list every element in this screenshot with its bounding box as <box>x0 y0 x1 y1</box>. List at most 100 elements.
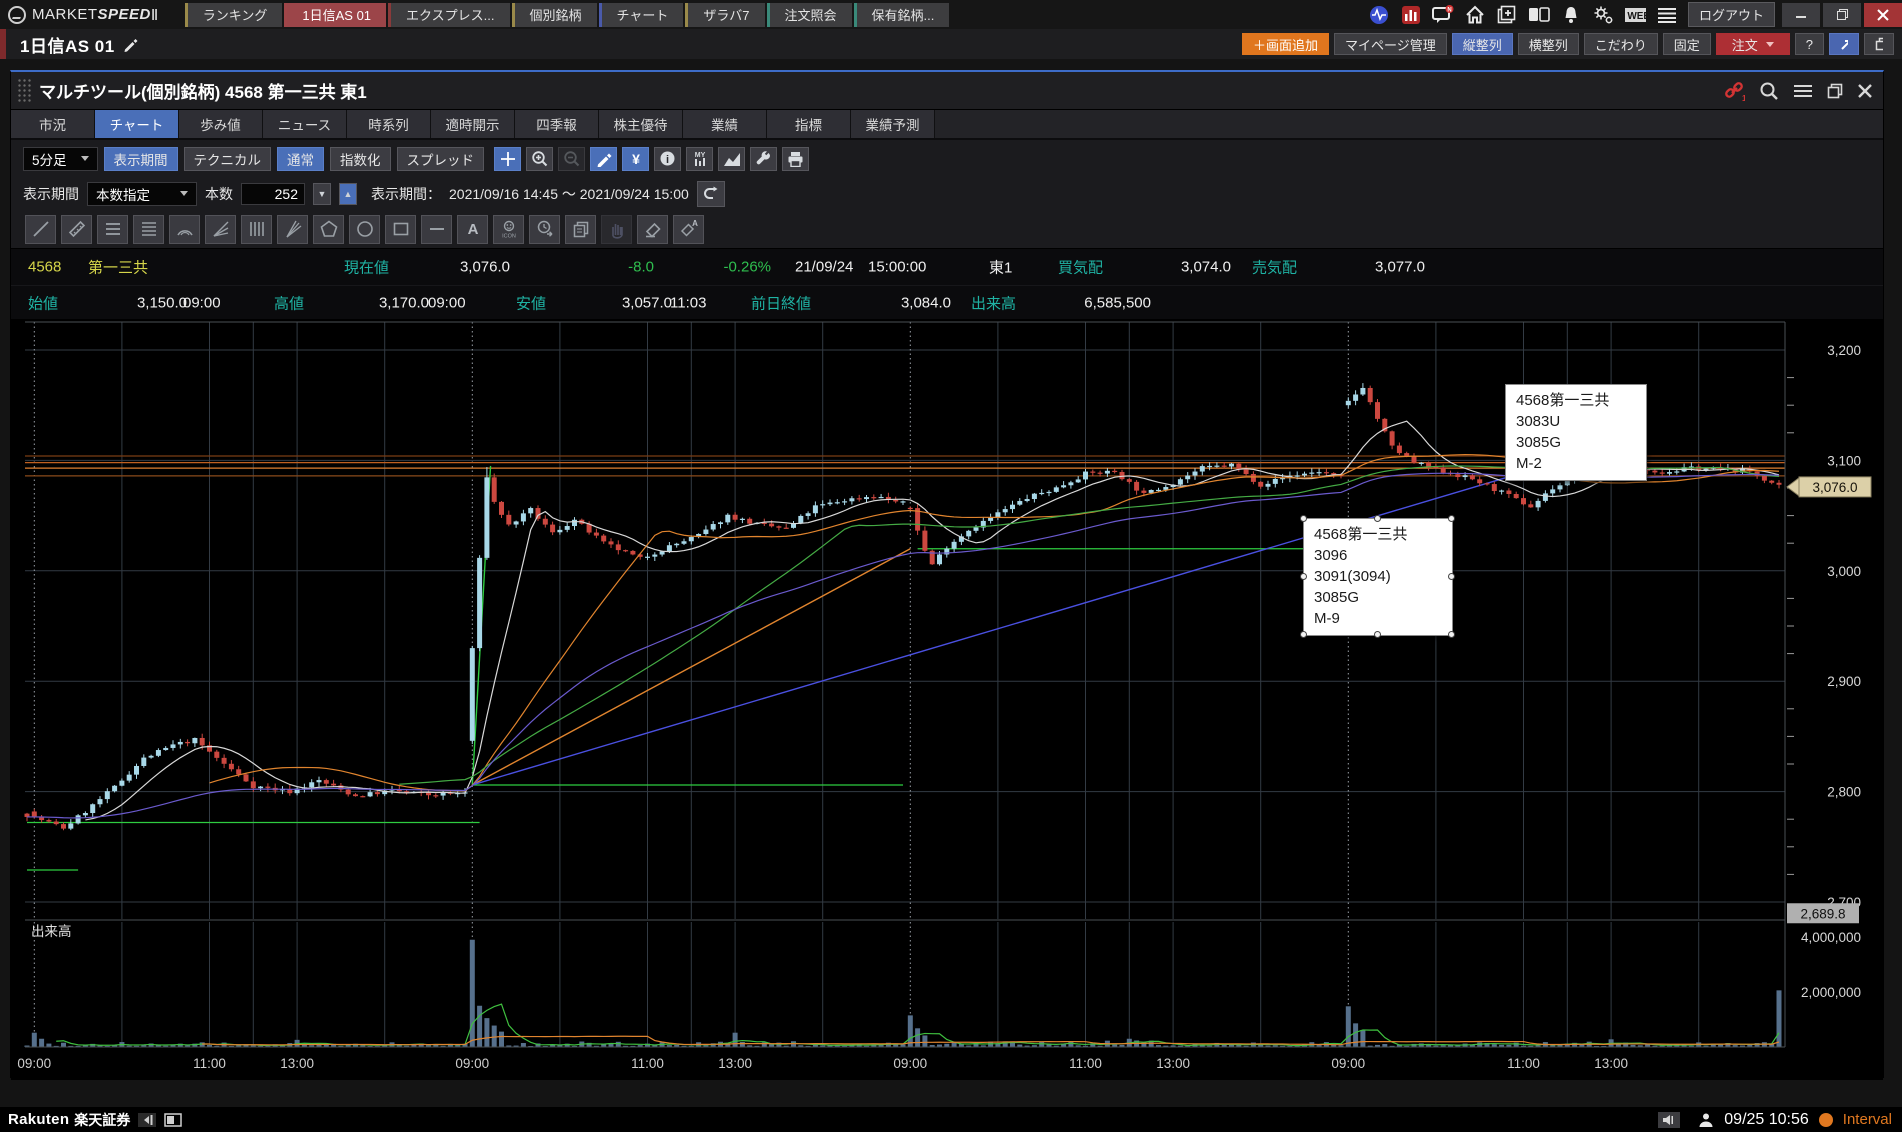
tab-指標[interactable]: 指標 <box>767 110 851 138</box>
interval-indicator-icon[interactable] <box>1819 1113 1833 1127</box>
eraser-all-icon[interactable]: A <box>673 215 704 244</box>
reset-period-button[interactable] <box>697 181 725 207</box>
tab-歩み値[interactable]: 歩み値 <box>179 110 263 138</box>
panel-icon[interactable] <box>1528 5 1550 25</box>
hamburger-icon[interactable] <box>1793 83 1813 99</box>
info-icon[interactable]: i <box>654 147 681 171</box>
top-tab-1日信AS 01[interactable]: 1日信AS 01 <box>284 3 386 27</box>
my-indicator-icon[interactable]: MY <box>686 147 713 171</box>
float-window-icon[interactable] <box>164 1113 182 1127</box>
popout-icon[interactable] <box>1829 33 1859 55</box>
selection-handle[interactable] <box>1448 573 1455 580</box>
fan-lines-icon[interactable] <box>205 215 236 244</box>
hline-icon[interactable] <box>421 215 452 244</box>
search-icon[interactable] <box>1759 81 1779 101</box>
parallel-lines-icon[interactable] <box>97 215 128 244</box>
selection-handle[interactable] <box>1300 573 1307 580</box>
bell-icon[interactable] <box>1560 5 1582 25</box>
top-tab-個別銘柄[interactable]: 個別銘柄 <box>512 3 597 27</box>
tab-適時開示[interactable]: 適時開示 <box>431 110 515 138</box>
web-icon[interactable]: WEB <box>1624 5 1646 25</box>
toolbar-toggle-指数化[interactable]: 指数化 <box>330 147 391 171</box>
drag-hand-icon[interactable] <box>601 215 632 244</box>
ws-button-マイページ管理[interactable]: マイページ管理 <box>1334 33 1447 55</box>
ws-button-＋画面追加[interactable]: ＋画面追加 <box>1242 33 1329 55</box>
yen-icon[interactable]: ¥ <box>622 147 649 171</box>
tab-株主優待[interactable]: 株主優待 <box>599 110 683 138</box>
tab-業績予測[interactable]: 業績予測 <box>851 110 935 138</box>
speaker-icon[interactable] <box>1658 1112 1680 1128</box>
restore-layout-icon[interactable] <box>1864 33 1894 55</box>
tab-チャート[interactable]: チャート <box>95 110 179 138</box>
person-icon[interactable] <box>1698 1112 1714 1128</box>
home-icon[interactable] <box>1464 5 1486 25</box>
chart-tooltip-2[interactable]: 4568第一三共30963091(3094)3085GM-9 <box>1303 518 1453 636</box>
toolbar-toggle-スプレッド[interactable]: スプレッド <box>397 147 485 171</box>
drag-handle[interactable] <box>17 78 31 104</box>
chart-region[interactable]: 3,2003,1003,0002,9002,8002,70009:0011:00… <box>11 320 1883 1080</box>
link-icon[interactable]: 1 <box>1723 80 1745 102</box>
red-chart-icon[interactable] <box>1400 5 1422 25</box>
count-up-button[interactable]: ▲ <box>339 183 357 205</box>
minimize-icon[interactable] <box>1782 3 1820 27</box>
ws-button-固定[interactable]: 固定 <box>1663 33 1711 55</box>
restore-icon[interactable] <box>1827 83 1843 99</box>
toolbar-toggle-テクニカル[interactable]: テクニカル <box>184 147 272 171</box>
arc-icon[interactable] <box>169 215 200 244</box>
selection-handle[interactable] <box>1448 631 1455 638</box>
ellipse-icon[interactable] <box>349 215 380 244</box>
selection-handle[interactable] <box>1374 631 1381 638</box>
toolbar-toggle-通常[interactable]: 通常 <box>277 147 324 171</box>
chart-style-icon[interactable] <box>718 147 745 171</box>
trendline-icon[interactable] <box>25 215 56 244</box>
collapse-icon[interactable] <box>138 1113 156 1127</box>
selection-handle[interactable] <box>1448 515 1455 522</box>
top-tab-エクスプレス...[interactable]: エクスプレス... <box>388 3 509 27</box>
zoom-in-icon[interactable] <box>526 147 553 171</box>
tool-window-titlebar[interactable]: マルチツール(個別銘柄) 4568 第一三共 東1 1 <box>11 72 1883 110</box>
bar-count-input[interactable]: 252 <box>241 183 305 205</box>
rectangle-icon[interactable] <box>385 215 416 244</box>
vertical-grid-icon[interactable] <box>241 215 272 244</box>
selection-handle[interactable] <box>1300 631 1307 638</box>
selection-handle[interactable] <box>1374 515 1381 522</box>
logout-button[interactable]: ログアウト <box>1688 2 1775 27</box>
ruler-icon[interactable] <box>61 215 92 244</box>
screen-add-icon[interactable] <box>1496 5 1518 25</box>
timeframe-select[interactable]: 5分足 <box>23 147 98 171</box>
close-icon[interactable] <box>1857 83 1873 99</box>
menu-icon[interactable] <box>1656 5 1678 25</box>
chart-tooltip-1[interactable]: 4568第一三共3083U3085GM-2 <box>1505 384 1647 481</box>
settings-icon[interactable] <box>1592 5 1614 25</box>
top-tab-注文照会[interactable]: 注文照会 <box>767 3 852 27</box>
ws-button-縦整列[interactable]: 縦整列 <box>1452 33 1513 55</box>
wrench-icon[interactable] <box>750 147 777 171</box>
period-mode-select[interactable]: 本数指定 <box>87 182 197 206</box>
time-cycle-icon[interactable] <box>529 215 560 244</box>
eraser-icon[interactable] <box>637 215 668 244</box>
tab-ニュース[interactable]: ニュース <box>263 110 347 138</box>
restore-icon[interactable] <box>1823 3 1861 27</box>
printer-icon[interactable] <box>782 147 809 171</box>
tab-市況[interactable]: 市況 <box>11 110 95 138</box>
toolbar-toggle-表示期間[interactable]: 表示期間 <box>104 147 178 171</box>
top-tab-保有銘柄...[interactable]: 保有銘柄... <box>854 3 950 27</box>
ws-button-横整列[interactable]: 横整列 <box>1518 33 1579 55</box>
tab-四季報[interactable]: 四季報 <box>515 110 599 138</box>
count-down-button[interactable]: ▼ <box>313 183 331 205</box>
top-tab-チャート[interactable]: チャート <box>599 3 684 27</box>
top-tab-ランキング[interactable]: ランキング <box>185 3 283 27</box>
edit-pencil-icon[interactable] <box>123 37 138 52</box>
selection-handle[interactable] <box>1300 515 1307 522</box>
news-icon[interactable]: N <box>1432 5 1454 25</box>
pencil-icon[interactable] <box>590 147 617 171</box>
tab-業績[interactable]: 業績 <box>683 110 767 138</box>
top-tab-ザラバ7[interactable]: ザラバ7 <box>685 3 764 27</box>
pentagon-icon[interactable] <box>313 215 344 244</box>
help-button[interactable]: ? <box>1795 33 1824 55</box>
fibo-lines-icon[interactable] <box>133 215 164 244</box>
ws-button-こだわり[interactable]: こだわり <box>1584 33 1658 55</box>
close-icon[interactable] <box>1864 3 1902 27</box>
pulse-icon[interactable] <box>1368 5 1390 25</box>
crosshair-icon[interactable] <box>494 147 521 171</box>
